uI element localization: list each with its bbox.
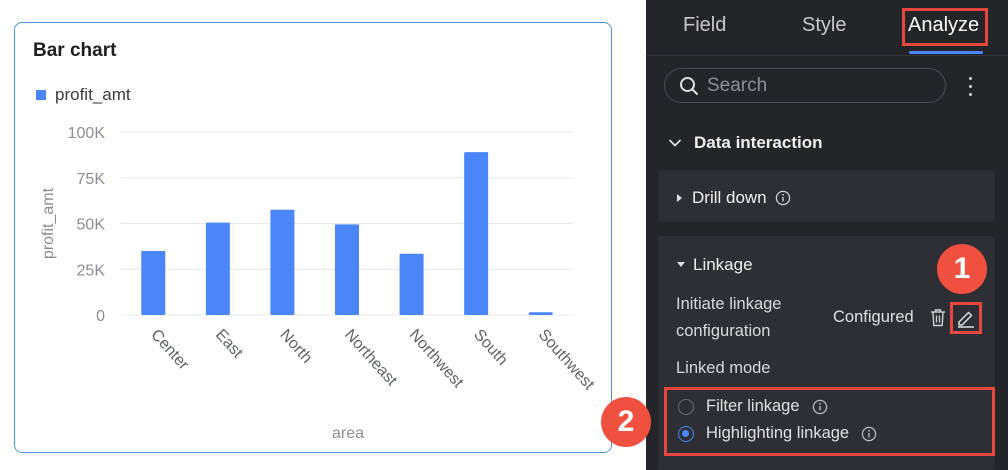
info-icon[interactable]	[775, 190, 791, 206]
linkage-label: Linkage	[693, 255, 753, 274]
highlight-box-edit	[950, 302, 982, 334]
drill-down-group: Drill down	[658, 170, 995, 222]
more-vertical-icon[interactable]	[964, 74, 976, 98]
y-axis-label: profit_amt	[40, 187, 57, 259]
x-tick-label: North	[276, 326, 315, 366]
trash-icon[interactable]	[930, 308, 946, 327]
x-tick-label: Northwest	[406, 326, 467, 391]
x-tick-label: Center	[147, 326, 192, 374]
caret-right-icon	[677, 194, 682, 202]
highlight-box-analyze-tab	[902, 8, 988, 46]
search-icon	[680, 76, 698, 95]
chevron-down-icon	[668, 139, 682, 147]
bar	[464, 152, 489, 315]
bar	[205, 222, 230, 315]
x-tick-label: East	[212, 326, 246, 362]
section-data-interaction[interactable]: Data interaction	[668, 133, 822, 153]
linked-mode-label: Linked mode	[676, 359, 771, 377]
drill-down-label: Drill down	[692, 188, 767, 207]
bar	[141, 250, 166, 315]
search-placeholder: Search	[707, 74, 768, 96]
highlight-box-linked-mode	[664, 387, 995, 456]
x-tick-label: Southwest	[535, 326, 598, 393]
bar-chart: 0 25K 50K 75K 100K profit_amt Center East North N…	[40, 125, 598, 442]
bar	[335, 224, 359, 315]
x-tick-label: South	[470, 326, 511, 368]
caret-down-icon	[677, 262, 685, 267]
y-tick-label: 100K	[68, 125, 106, 142]
tab-style[interactable]: Style	[802, 14, 846, 37]
active-tab-indicator	[909, 51, 983, 54]
x-axis-label: area	[332, 425, 364, 442]
initiate-linkage-label-line2: configuration	[676, 322, 771, 340]
y-tick-label: 25K	[77, 262, 106, 279]
analysis-panel: Field Style Analyze Search Data interact…	[646, 0, 1008, 470]
search-input[interactable]: Search	[664, 68, 946, 103]
linkage-toggle[interactable]: Linkage	[676, 255, 753, 275]
y-tick-label: 0	[96, 308, 105, 325]
callout-badge-2: 2	[601, 397, 651, 447]
bar	[399, 253, 424, 315]
chart-card: Bar chart profit_amt 0 25K 50K 75K 100K profi…	[14, 22, 612, 453]
y-tick-label: 75K	[77, 171, 106, 188]
x-tick-label: Northeast	[341, 326, 400, 389]
bar	[528, 312, 553, 315]
bar	[270, 209, 295, 315]
section-title: Data interaction	[694, 133, 823, 152]
y-tick-label: 50K	[77, 217, 106, 234]
callout-badge-1: 1	[937, 244, 987, 294]
tab-field[interactable]: Field	[683, 14, 726, 37]
linkage-status: Configured	[833, 308, 914, 326]
drill-down-toggle[interactable]: Drill down	[676, 188, 791, 208]
initiate-linkage-label-line1: Initiate linkage	[676, 295, 782, 313]
